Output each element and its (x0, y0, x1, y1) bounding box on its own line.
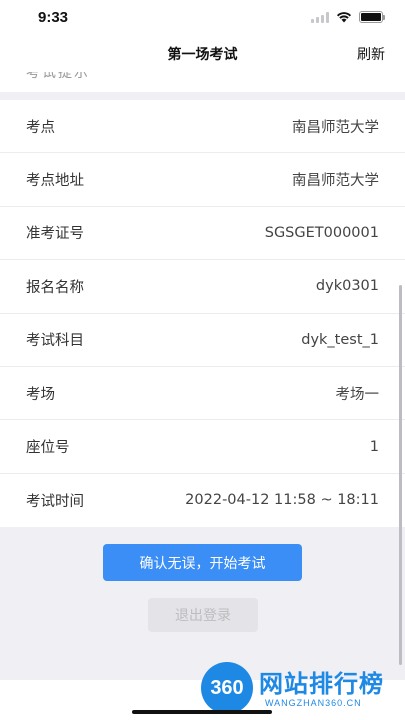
watermark-title: 网站排行榜 (259, 670, 384, 698)
info-value: 考场一 (335, 386, 380, 403)
info-value: 南昌师范大学 (292, 119, 379, 136)
scrolled-content-peek: 考试提示 (0, 72, 405, 92)
info-value: 2022-04-12 11:58 ~ 18:11 (185, 492, 379, 509)
info-label: 座位号 (26, 440, 70, 457)
watermark-subtitle: WANGZHAN360.CN (265, 698, 362, 708)
info-label: 考场 (26, 386, 55, 403)
scroll-indicator[interactable] (399, 285, 402, 665)
info-row-exam-time: 考试时间 2022-04-12 11:58 ~ 18:11 (0, 474, 405, 527)
info-label: 准考证号 (26, 226, 84, 243)
info-row-exam-site: 考点 南昌师范大学 (0, 100, 405, 154)
battery-icon (359, 11, 385, 23)
home-indicator[interactable] (132, 710, 272, 714)
exam-info-list: 考点 南昌师范大学 考点地址 南昌师范大学 准考证号 SGSGET000001 … (0, 100, 405, 528)
refresh-button[interactable]: 刷新 (357, 44, 385, 64)
info-label: 报名名称 (26, 279, 84, 296)
info-value: dyk_test_1 (301, 331, 379, 348)
peek-text: 考试提示 (26, 72, 90, 81)
logout-button[interactable]: 退出登录 (148, 598, 258, 632)
info-row-exam-subject: 考试科目 dyk_test_1 (0, 314, 405, 367)
info-value: dyk0301 (315, 278, 379, 295)
info-row-site-address: 考点地址 南昌师范大学 (0, 153, 405, 207)
wifi-icon (337, 12, 351, 23)
info-row-exam-room: 考场 考场一 (0, 367, 405, 421)
info-value: SGSGET000001 (264, 224, 379, 241)
cellular-signal-icon (311, 11, 329, 23)
status-time: 9:33 (38, 9, 69, 26)
confirm-start-exam-button[interactable]: 确认无误，开始考试 (103, 544, 302, 581)
info-row-admission-number: 准考证号 SGSGET000001 (0, 207, 405, 261)
navigation-bar: 第一场考试 刷新 (0, 36, 405, 72)
info-value: 1 (369, 438, 379, 455)
info-value: 南昌师范大学 (292, 173, 379, 190)
info-label: 考试时间 (26, 493, 84, 510)
info-label: 考试科目 (26, 333, 84, 350)
status-bar: 9:33 (0, 0, 405, 36)
status-icons (311, 11, 385, 23)
info-row-seat-number: 座位号 1 (0, 420, 405, 474)
page-title: 第一场考试 (167, 47, 238, 63)
info-label: 考点地址 (26, 173, 84, 190)
watermark-logo: 360 (201, 662, 253, 714)
info-label: 考点 (26, 119, 55, 136)
info-row-registration-name: 报名名称 dyk0301 (0, 260, 405, 314)
